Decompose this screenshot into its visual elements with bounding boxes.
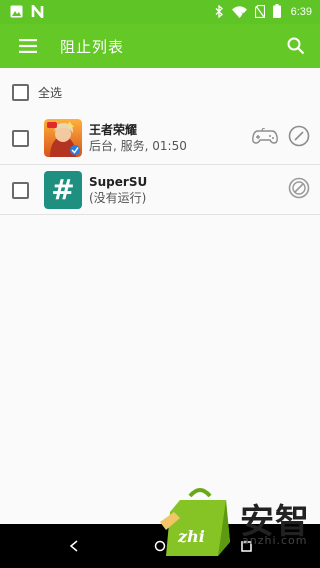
status-bar: x 6:39 [0, 0, 320, 24]
watermark-domain: anzhi.com [242, 534, 308, 547]
svg-text:x: x [241, 11, 245, 18]
honor-of-kings-app-icon [44, 119, 82, 157]
select-all-checkbox[interactable] [12, 83, 29, 101]
status-left [10, 1, 44, 22]
anzhi-mascot-icon: zhi [160, 488, 230, 556]
block-icon[interactable] [288, 125, 310, 151]
gallery-icon [10, 3, 23, 22]
back-icon[interactable] [54, 524, 94, 568]
app-text: 王者荣耀 后台, 服务, 01:50 [89, 122, 252, 155]
app-text: SuperSU (没有运行) [89, 174, 288, 207]
mascot-text: zhi [177, 527, 205, 546]
page-title: 阻止列表 [60, 37, 125, 56]
status-right: x 6:39 [215, 3, 312, 22]
item-checkbox[interactable] [12, 181, 29, 199]
battery-icon [272, 3, 281, 22]
n-icon [31, 1, 44, 22]
anzhi-watermark: zhi 安智 anzhi.com [156, 486, 320, 562]
app-bar: 阻止列表 [0, 24, 320, 68]
supersu-app-icon: # [44, 171, 82, 209]
bluetooth-icon [215, 3, 224, 22]
item-checkbox[interactable] [12, 129, 29, 147]
gamepad-icon [252, 127, 278, 148]
select-all-row[interactable]: 全选 [0, 76, 320, 108]
block-icon[interactable] [288, 177, 310, 203]
search-icon[interactable] [284, 34, 308, 58]
menu-icon[interactable] [16, 34, 40, 58]
status-time: 6:39 [290, 6, 312, 18]
divider [0, 214, 320, 215]
app-status: 后台, 服务, 01:50 [89, 138, 187, 153]
no-sim-icon [254, 3, 265, 22]
screen: x 6:39 阻止列表 全选 王者荣耀 后台, 服务, 01:50 # Supe… [0, 0, 320, 568]
list-item[interactable]: # SuperSU (没有运行) [0, 165, 320, 215]
select-all-label: 全选 [38, 85, 63, 100]
wifi-icon: x [231, 3, 247, 22]
supersu-glyph: # [51, 173, 75, 206]
app-status: (没有运行) [89, 190, 147, 205]
row-actions [252, 125, 310, 151]
app-name: SuperSU [89, 174, 148, 189]
app-name: 王者荣耀 [89, 122, 138, 137]
list-item[interactable]: 王者荣耀 后台, 服务, 01:50 [0, 113, 320, 163]
row-actions [288, 177, 310, 203]
